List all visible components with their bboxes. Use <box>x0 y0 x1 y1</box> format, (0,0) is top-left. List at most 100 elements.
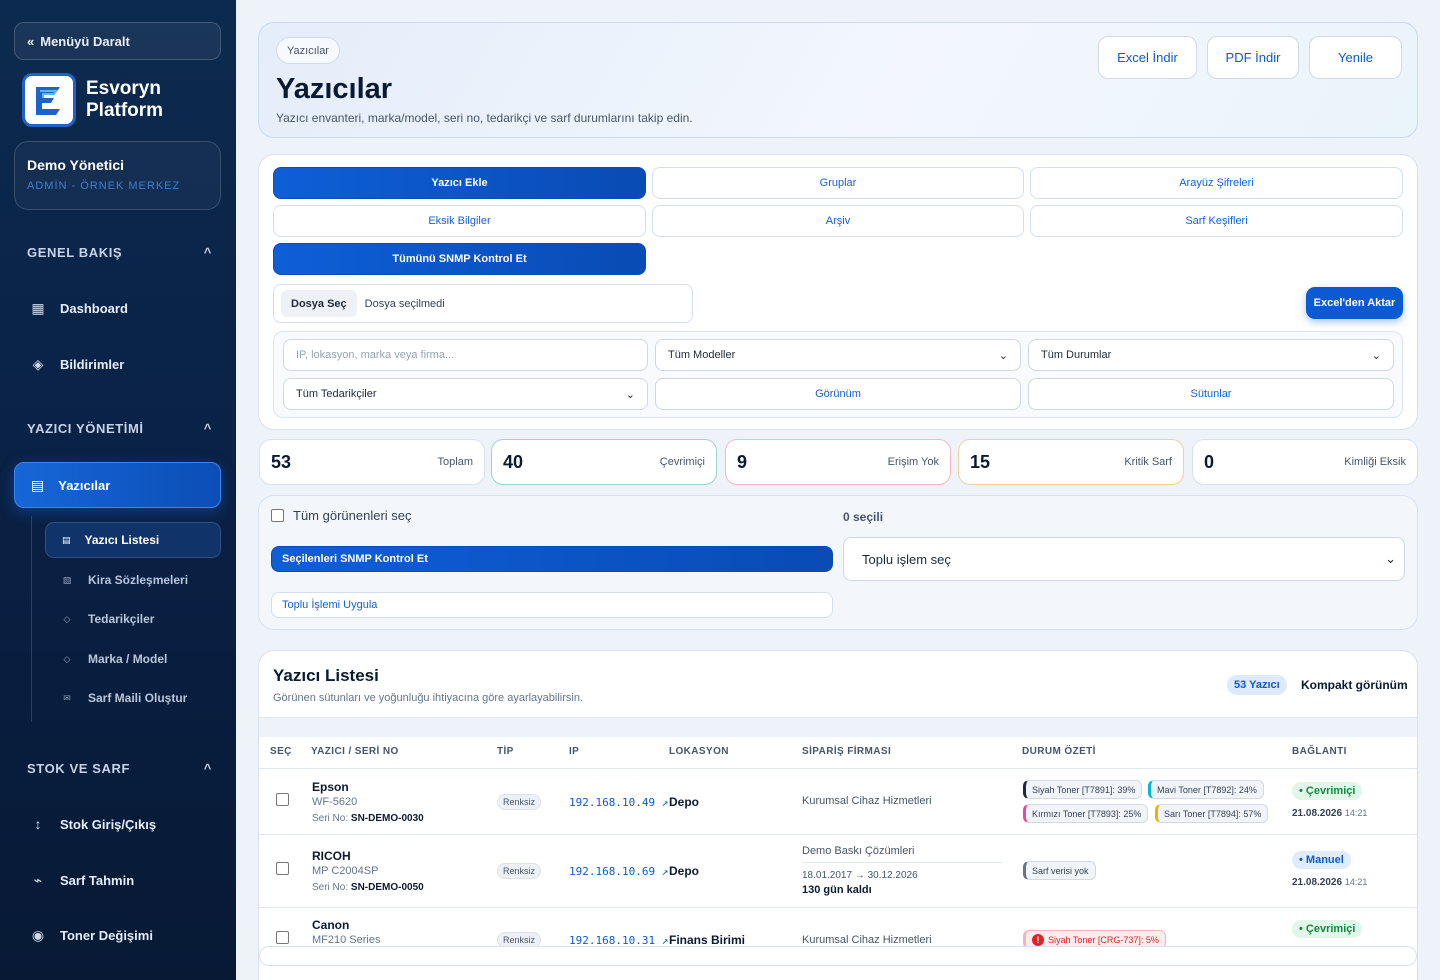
printer-brand[interactable]: Canon <box>312 918 349 932</box>
columns-button[interactable]: Sütunlar <box>1028 378 1394 410</box>
printer-serial: Seri No: SN-DEMO-0050 <box>312 882 424 893</box>
compact-view-toggle[interactable]: Kompakt görünüm <box>1301 678 1408 692</box>
groups-button[interactable]: Gruplar <box>652 167 1024 199</box>
nav-section-stock[interactable]: STOK VE SARF ^ <box>27 761 212 776</box>
supply-chip-black: Siyah Toner [T7891]: 39% <box>1023 780 1143 799</box>
stat-no-access[interactable]: 9 Erişim Yok <box>725 439 951 485</box>
nav-item-printers[interactable]: ▤ Yazıcılar <box>14 462 221 508</box>
order-firm: Kurumsal Cihaz Hizmetleri <box>802 934 932 946</box>
column-header-status-summary[interactable]: DURUM ÖZETİ <box>1022 746 1096 757</box>
row-checkbox[interactable] <box>276 862 289 875</box>
list-title: Yazıcı Listesi <box>273 666 379 685</box>
bulk-actions-panel: Tüm görünenleri seç 0 seçili Seçilenleri… <box>258 495 1418 630</box>
collapse-menu-button[interactable]: « Menüyü Daralt <box>14 22 221 60</box>
stat-online[interactable]: 40 Çevrimiçi <box>491 439 717 485</box>
nav-item-forecast[interactable]: ⌁ Sarf Tahmin <box>30 872 134 889</box>
subnav-item-brand-model[interactable]: ◇ Marka / Model <box>62 652 168 666</box>
chevron-up-icon: ^ <box>203 245 212 260</box>
apply-bulk-action-button[interactable]: Toplu İşlemi Uygula <box>271 592 833 618</box>
nav-section-overview[interactable]: GENEL BAKIŞ ^ <box>27 245 212 260</box>
choose-file-button[interactable]: Dosya Seç <box>281 290 357 317</box>
printer-ip-link[interactable]: 192.168.10.69 ↗ <box>569 865 668 878</box>
user-role: ADMİN - ÖRNEK MERKEZ <box>27 180 181 192</box>
main-content: Yazıcılar Yazıcılar Yazıcı envanteri, ma… <box>236 0 1440 980</box>
add-printer-button[interactable]: Yazıcı Ekle <box>273 167 646 199</box>
table-toolbar-strip <box>259 717 1417 737</box>
status-badge: • Çevrimiçi <box>1292 920 1363 938</box>
chevron-down-icon: ⌄ <box>998 349 1008 362</box>
snmp-check-all-button[interactable]: Tümünü SNMP Kontrol Et <box>273 243 646 275</box>
status-select[interactable]: Tüm Durumlar ⌄ <box>1028 339 1394 371</box>
view-button[interactable]: Görünüm <box>655 378 1021 410</box>
interface-passwords-button[interactable]: Arayüz Şifreleri <box>1030 167 1403 199</box>
bulk-action-select[interactable]: Toplu işlem seç ⌄ <box>843 537 1405 581</box>
order-firm: Kurumsal Cihaz Hizmetleri <box>802 795 932 807</box>
select-all-checkbox[interactable] <box>271 509 284 522</box>
excel-import-button[interactable]: Excel'den Aktar <box>1306 287 1403 319</box>
printer-serial: Seri No: SN-DEMO-0030 <box>312 813 424 824</box>
printer-ip-link[interactable]: 192.168.10.49 ↗ <box>569 796 668 809</box>
model-select[interactable]: Tüm Modeller ⌄ <box>655 339 1021 371</box>
column-header-type[interactable]: TİP <box>497 746 514 757</box>
supply-chip-empty: Sarf verisi yok <box>1023 861 1096 880</box>
supply-discoveries-button[interactable]: Sarf Keşifleri <box>1030 205 1403 237</box>
selected-count: 0 seçili <box>843 510 884 524</box>
sidebar: « Menüyü Daralt Esvoryn Platform Demo Yö… <box>0 0 236 980</box>
horizontal-scrollbar[interactable] <box>259 946 1417 966</box>
snmp-check-selected-button[interactable]: Seçilenleri SNMP Kontrol Et <box>271 546 833 572</box>
column-header-ip[interactable]: IP <box>569 746 579 757</box>
stat-total[interactable]: 53 Toplam <box>259 439 485 485</box>
search-input[interactable]: IP, lokasyon, marka veya firma... <box>283 339 648 371</box>
user-card[interactable]: Demo Yönetici ADMİN - ÖRNEK MERKEZ <box>14 141 221 210</box>
page-title: Yazıcılar <box>276 73 393 105</box>
contract-icon: ▧ <box>62 574 72 585</box>
printer-brand[interactable]: RICOH <box>312 849 351 863</box>
nav-item-dashboard[interactable]: ▦ Dashboard <box>30 300 128 317</box>
nav-item-notifications[interactable]: ◈ Bildirimler <box>30 356 125 373</box>
nav-item-toner-change[interactable]: ◉ Toner Değişimi <box>30 927 153 944</box>
printer-location: Finans Birimi <box>669 933 746 947</box>
pdf-download-button[interactable]: PDF İndir <box>1207 36 1299 79</box>
list-subtitle: Görünen sütunları ve yoğunluğu ihtiyacın… <box>273 692 584 704</box>
column-header-select[interactable]: SEÇ <box>270 746 292 757</box>
status-badge: • Manuel <box>1292 851 1351 869</box>
order-firm: Demo Baskı Çözümleri <box>802 845 915 857</box>
archive-button[interactable]: Arşiv <box>652 205 1024 237</box>
file-input[interactable]: Dosya Seç Dosya seçilmedi <box>273 284 693 323</box>
subnav-item-suppliers[interactable]: ◇ Tedarikçiler <box>62 612 155 626</box>
stat-critical-supply[interactable]: 15 Kritik Sarf <box>958 439 1184 485</box>
page-subtitle: Yazıcı envanteri, marka/model, seri no, … <box>276 111 693 125</box>
contract-remaining: 130 gün kaldı <box>802 884 872 896</box>
row-checkbox[interactable] <box>276 931 289 944</box>
diamond-icon: ◈ <box>32 356 44 372</box>
refresh-button[interactable]: Yenile <box>1309 36 1402 79</box>
excel-download-button[interactable]: Excel İndir <box>1098 36 1197 79</box>
subnav-item-printer-list[interactable]: ▤ Yazıcı Listesi <box>45 522 221 558</box>
column-header-printer[interactable]: YAZICI / SERİ NO <box>311 746 399 757</box>
column-header-connection[interactable]: BAĞLANTI <box>1292 746 1347 757</box>
subnav-line <box>31 516 32 722</box>
brand[interactable]: Esvoryn Platform <box>14 66 232 134</box>
column-header-order-firm[interactable]: SİPARİŞ FİRMASI <box>802 746 891 757</box>
printer-brand[interactable]: Epson <box>312 780 349 794</box>
supplier-select[interactable]: Tüm Tedarikçiler ⌄ <box>283 378 648 410</box>
page-header: Yazıcılar Yazıcılar Yazıcı envanteri, ma… <box>258 22 1418 138</box>
nav-item-stock-io[interactable]: ↕ Stok Giriş/Çıkış <box>30 816 157 832</box>
supply-chip-yellow: Sarı Toner [T7894]: 57% <box>1155 804 1269 823</box>
chevron-down-icon: ⌄ <box>1371 349 1381 362</box>
missing-info-button[interactable]: Eksik Bilgiler <box>273 205 646 237</box>
stat-missing-id[interactable]: 0 Kimliği Eksik <box>1192 439 1418 485</box>
select-all-visible[interactable]: Tüm görünenleri seç <box>271 508 412 523</box>
printer-count-badge: 53 Yazıcı <box>1227 675 1287 695</box>
supply-chip-magenta: Kırmızı Toner [T7893]: 25% <box>1023 804 1149 823</box>
printer-model: WF-5620 <box>312 796 358 808</box>
subnav-item-supply-mail[interactable]: ✉ Sarf Maili Oluştur <box>62 691 187 705</box>
column-header-location[interactable]: LOKASYON <box>669 746 729 757</box>
up-down-arrow-icon: ↕ <box>34 816 42 832</box>
nav-section-printer[interactable]: YAZICI YÖNETİMİ ^ <box>27 421 212 436</box>
row-checkbox[interactable] <box>276 793 289 806</box>
row-divider <box>259 834 1417 835</box>
subnav-item-leases[interactable]: ▧ Kira Sözleşmeleri <box>62 573 188 587</box>
breadcrumb[interactable]: Yazıcılar <box>276 37 340 64</box>
diamond-small-icon: ◇ <box>63 653 71 664</box>
